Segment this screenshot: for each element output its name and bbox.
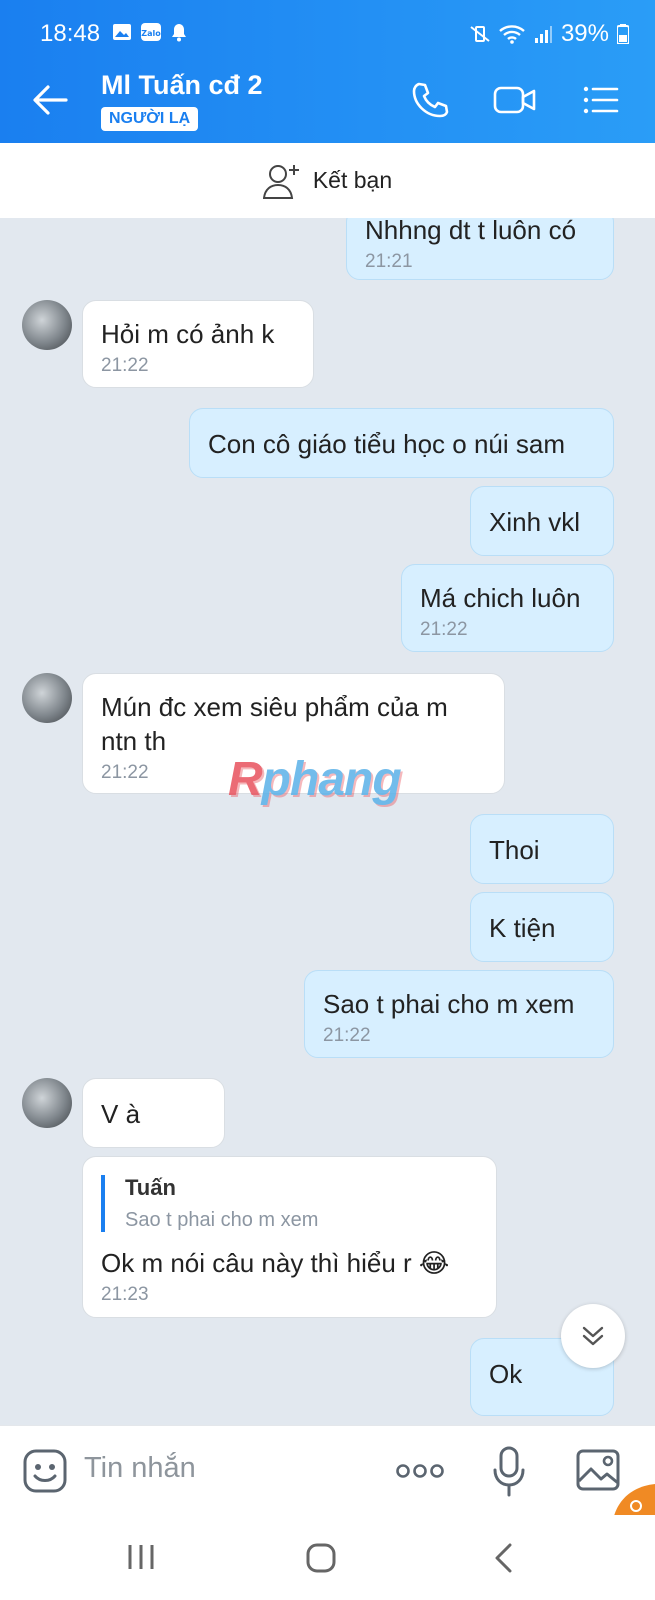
add-friend-bar[interactable]: Kết bạn <box>0 143 655 218</box>
double-chevron-down-icon <box>582 1326 604 1346</box>
zalo-notification-icon: Zalo <box>141 23 161 41</box>
message-bubble[interactable]: Má chich luôn 21:22 <box>401 564 614 652</box>
mute-vibrate-icon <box>470 26 490 42</box>
battery-percent: 39% <box>560 20 609 47</box>
avatar[interactable] <box>22 673 72 723</box>
chat-title: Ml Tuấn cđ 2 <box>101 70 263 100</box>
add-friend-label: Kết bạn <box>312 167 393 193</box>
chat-header: 18:48 Zalo 39% Ml Tuấn cđ 2 NGƯỜI LẠ <box>0 0 655 143</box>
floating-badge-icon <box>614 1484 655 1516</box>
system-navigation-bar <box>0 1515 655 1600</box>
phone-icon[interactable] <box>410 80 450 120</box>
quoted-reply[interactable]: Tuấn Sao t phai cho m xem <box>101 1175 478 1232</box>
system-status: 39% <box>469 20 629 48</box>
bell-icon <box>172 24 186 42</box>
message-input[interactable]: Tin nhắn <box>84 1452 196 1485</box>
recent-apps-icon[interactable] <box>126 1543 156 1571</box>
notification-icons: Zalo <box>112 22 188 42</box>
message-bubble[interactable]: Con cô giáo tiểu học o núi sam <box>189 408 614 478</box>
video-camera-icon[interactable] <box>492 80 538 120</box>
avatar[interactable] <box>22 1078 72 1128</box>
svg-text:Zalo: Zalo <box>141 29 161 38</box>
signal-icon <box>534 26 552 43</box>
list-menu-icon[interactable] <box>580 80 620 120</box>
message-list[interactable]: Nhhng dt t luôn có 21:21 Hỏi m có ảnh k … <box>0 218 655 1425</box>
message-input-bar: Tin nhắn <box>0 1425 655 1516</box>
message-bubble[interactable]: Nhhng dt t luôn có 21:21 <box>346 218 614 280</box>
avatar[interactable] <box>22 300 72 350</box>
message-bubble[interactable]: Hỏi m có ảnh k 21:22 <box>82 300 314 388</box>
message-bubble[interactable]: V à <box>82 1078 225 1148</box>
status-bar: 18:48 Zalo 39% <box>0 0 655 62</box>
message-bubble[interactable]: Xinh vkl <box>470 486 614 556</box>
back-nav-icon[interactable] <box>492 1542 514 1574</box>
back-arrow-icon[interactable] <box>30 82 70 118</box>
watermark-logo: Rphang <box>228 753 402 806</box>
microphone-icon[interactable] <box>492 1446 526 1498</box>
status-time: 18:48 <box>40 20 101 47</box>
chat-title-block[interactable]: Ml Tuấn cđ 2 NGƯỜI LẠ <box>101 70 263 131</box>
sticker-face-icon[interactable] <box>22 1448 68 1494</box>
message-bubble[interactable]: K tiện <box>470 892 614 962</box>
stranger-badge: NGƯỜI LẠ <box>101 107 199 131</box>
wifi-icon <box>499 25 525 44</box>
reply-message-bubble[interactable]: Tuấn Sao t phai cho m xem Ok m nói câu n… <box>82 1156 497 1318</box>
gallery-notification-icon <box>113 24 131 40</box>
add-person-icon <box>262 164 299 199</box>
battery-icon <box>617 24 629 44</box>
scroll-down-button[interactable] <box>561 1304 625 1368</box>
message-bubble[interactable]: Sao t phai cho m xem 21:22 <box>304 970 614 1058</box>
more-dots-icon[interactable] <box>395 1460 445 1482</box>
home-icon[interactable] <box>305 1542 337 1574</box>
message-bubble[interactable]: Thoi <box>470 814 614 884</box>
